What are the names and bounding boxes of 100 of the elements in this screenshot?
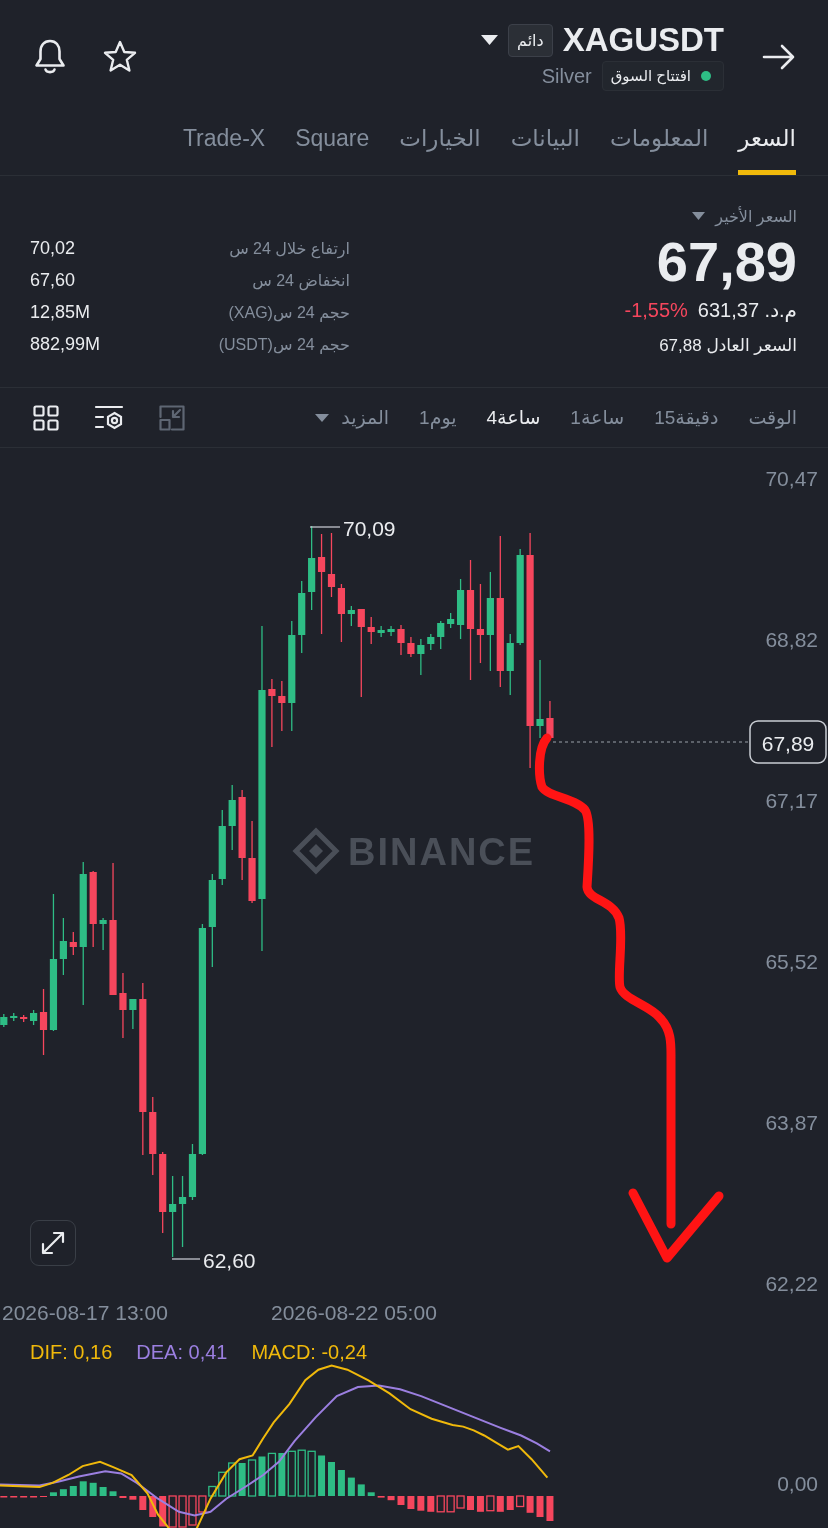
candle xyxy=(129,998,137,1030)
candle xyxy=(20,1014,28,1023)
price-axis-label: 63,87 xyxy=(765,1110,818,1134)
star-icon[interactable] xyxy=(103,39,137,74)
fair-price: السعر العادل 67,88 xyxy=(659,335,797,357)
tab[interactable]: Square xyxy=(295,100,370,175)
macd-bar xyxy=(287,1450,296,1497)
leader-line xyxy=(309,526,341,528)
macd-bar xyxy=(139,1496,147,1510)
macd-bar xyxy=(307,1450,316,1497)
macd-bar xyxy=(387,1496,395,1501)
interval-tab[interactable]: ساعة1 xyxy=(570,406,625,429)
asset-name: Silver xyxy=(541,64,592,88)
low-price-label: 62,60 xyxy=(203,1248,256,1272)
candle xyxy=(397,624,405,656)
macd-bar xyxy=(476,1496,484,1512)
macd-legend-value: MACD: -0,24 xyxy=(251,1341,368,1363)
macd-bar xyxy=(516,1495,525,1508)
candle xyxy=(0,1013,8,1028)
settings-icon[interactable] xyxy=(94,403,124,432)
caret-icon xyxy=(692,212,706,220)
caret-icon xyxy=(315,413,330,422)
macd-bar xyxy=(417,1496,425,1511)
candle xyxy=(69,931,77,956)
interval-tab[interactable]: ساعة4 xyxy=(486,406,541,429)
tab[interactable]: Trade-X xyxy=(182,100,266,175)
macd-bar xyxy=(49,1492,57,1496)
contract-badge: دائم xyxy=(508,23,553,57)
macd-bar xyxy=(397,1496,405,1505)
macd-bar xyxy=(228,1462,237,1497)
interval-tab[interactable]: دقيقة15 xyxy=(654,406,719,429)
macd-bar xyxy=(59,1489,67,1496)
candle xyxy=(119,972,127,1039)
stat-label: حجم 24 س(USDT) xyxy=(218,334,350,354)
price-axis-label: 62,22 xyxy=(765,1271,818,1295)
macd-bar xyxy=(318,1455,326,1496)
macd-bar xyxy=(357,1484,365,1496)
tab[interactable]: السعر xyxy=(738,100,796,175)
candle xyxy=(506,633,514,696)
symbol-title: XAGUSDT xyxy=(562,22,724,58)
macd-bar xyxy=(436,1495,445,1513)
macd-bar xyxy=(367,1492,375,1496)
interval-tab[interactable]: الوقت xyxy=(748,406,797,429)
macd-bar xyxy=(446,1495,455,1513)
high-price-label: 70,09 xyxy=(343,516,396,540)
caret-icon[interactable] xyxy=(481,35,498,45)
local-currency-value: م.د. 631,37 xyxy=(697,298,797,322)
price-axis-label: 67,17 xyxy=(765,788,818,812)
candle xyxy=(10,1012,18,1022)
macd-bar xyxy=(247,1459,257,1497)
macd-bar xyxy=(546,1496,554,1521)
price-axis-label: 68,82 xyxy=(765,627,818,651)
time-axis-label: 2026-08-17 13:00 xyxy=(2,1300,168,1324)
price-change: -1,55% xyxy=(624,298,688,322)
macd-bar xyxy=(456,1495,465,1509)
last-price: 67,89 xyxy=(656,232,797,292)
last-price-dropdown[interactable]: السعر الأخير xyxy=(692,200,797,232)
macd-bar xyxy=(337,1470,345,1496)
stat-value: 12,85M xyxy=(30,301,91,323)
macd-bar xyxy=(168,1495,177,1528)
grid-icon[interactable] xyxy=(33,404,59,431)
more-dropdown[interactable]: المزيد xyxy=(315,406,390,429)
candle xyxy=(417,638,425,676)
last-price-tag: 67,89 xyxy=(749,720,827,764)
macd-bar xyxy=(79,1481,87,1496)
macd-bar xyxy=(506,1496,514,1510)
stat-value: 70,02 xyxy=(30,237,76,259)
macd-bar xyxy=(467,1496,474,1510)
candle xyxy=(447,612,455,629)
stat-value: 67,60 xyxy=(30,269,76,291)
price-axis-label: 70,47 xyxy=(765,466,818,490)
stat-label: ارتفاع خلال 24 س xyxy=(229,238,350,258)
candle xyxy=(387,625,395,637)
macd-legend-value: DEA: 0,41 xyxy=(136,1341,228,1363)
logo-icon xyxy=(292,827,340,875)
tab[interactable]: المعلومات xyxy=(610,100,709,175)
macd-axis-label: 0,00 xyxy=(777,1471,818,1495)
arrow-right-icon[interactable] xyxy=(762,43,795,70)
macd-bar xyxy=(536,1496,544,1517)
tab[interactable]: البيانات xyxy=(510,100,580,175)
candle xyxy=(367,616,375,645)
macd-bar xyxy=(89,1482,97,1496)
expand-icon xyxy=(40,1230,66,1256)
tab[interactable]: الخيارات xyxy=(399,100,481,175)
candle xyxy=(427,633,435,651)
stat-label: انخفاض 24 س xyxy=(252,270,350,290)
interval-tab[interactable]: يوم1 xyxy=(419,406,457,429)
macd-bar xyxy=(149,1496,157,1517)
macd-bar xyxy=(328,1462,335,1496)
macd-bar xyxy=(486,1495,495,1512)
candle xyxy=(437,620,445,650)
stat-label: حجم 24 س(XAG) xyxy=(228,302,350,322)
candle xyxy=(546,700,554,740)
expand-button[interactable] xyxy=(30,1220,76,1266)
leader-line xyxy=(171,1258,201,1260)
macd-bar xyxy=(267,1452,277,1497)
macd-bar xyxy=(178,1495,187,1528)
candle xyxy=(347,605,355,627)
bell-icon[interactable] xyxy=(33,37,67,76)
candle xyxy=(228,784,236,851)
